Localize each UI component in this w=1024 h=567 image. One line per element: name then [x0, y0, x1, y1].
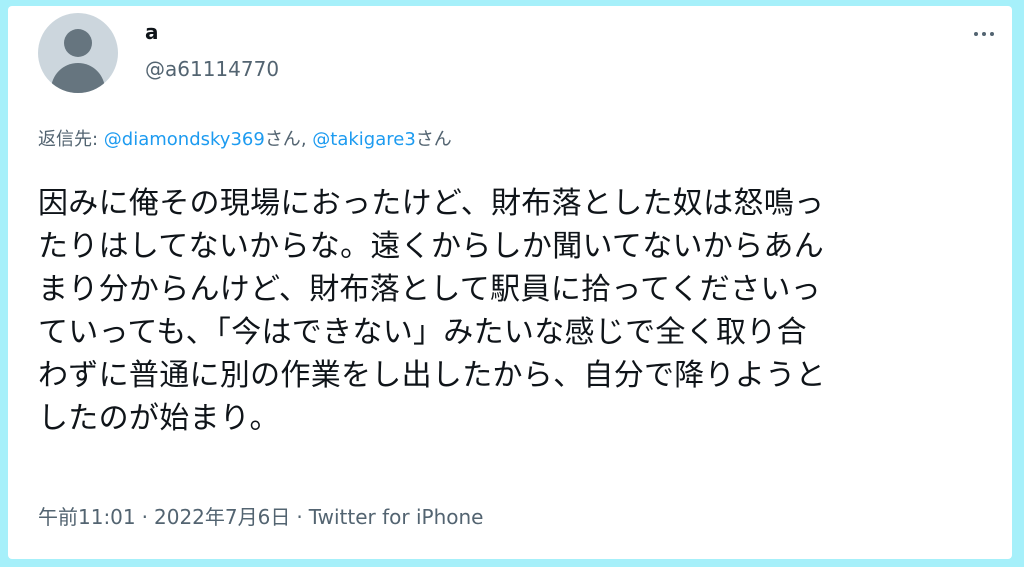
meta-separator: · — [296, 505, 303, 529]
tweet-text-line: 因みに俺その現場におったけど、財布落とした奴は怒鳴っ — [38, 186, 825, 221]
mention-link[interactable]: @diamondsky369 — [104, 129, 265, 150]
tweet-meta: 午前11:01 · 2022年7月6日 · Twitter for iPhone — [38, 505, 483, 529]
user-handle[interactable]: @a61114770 — [145, 57, 279, 81]
default-profile-icon-head — [64, 29, 92, 57]
display-name[interactable]: a — [145, 20, 159, 44]
more-horizontal-icon — [982, 32, 986, 36]
more-options-button[interactable] — [968, 24, 1000, 44]
reply-to-line: 返信先: @diamondsky369さん, @takigare3さん — [38, 128, 452, 152]
tweet-text-line: まり分からんけど、財布落として駅員に拾ってくださいっ — [38, 272, 821, 307]
default-profile-icon-body — [51, 63, 105, 93]
tweet-text-line: ていっても、「今はできない」みたいな感じで全く取り合 — [38, 315, 807, 350]
more-horizontal-icon — [974, 32, 978, 36]
tweet-date[interactable]: 2022年7月6日 — [154, 505, 290, 529]
tweet-text-line: したのが始まり。 — [38, 401, 280, 436]
tweet-time[interactable]: 午前11:01 — [38, 505, 136, 529]
mention-suffix: さん — [415, 129, 452, 150]
more-horizontal-icon — [990, 32, 994, 36]
mention-separator: , — [300, 129, 313, 150]
tweet-text-line: たりはしてないからな。遠くからしか聞いてないからあん — [38, 229, 824, 264]
reply-prefix: 返信先: — [38, 129, 104, 150]
tweet-text-line: わずに普通に別の作業をし出したから、自分で降りようと — [38, 358, 826, 393]
mention-link[interactable]: @takigare3 — [312, 129, 416, 150]
avatar[interactable] — [38, 13, 118, 93]
tweet-text: 因みに俺その現場におったけど、財布落とした奴は怒鳴っ たりはしてないからな。遠く… — [38, 182, 988, 440]
tweet-card: a @a61114770 返信先: @diamondsky369さん, @tak… — [8, 6, 1012, 559]
tweet-source[interactable]: Twitter for iPhone — [309, 505, 484, 529]
meta-separator: · — [141, 505, 148, 529]
mention-suffix: さん — [264, 129, 301, 150]
